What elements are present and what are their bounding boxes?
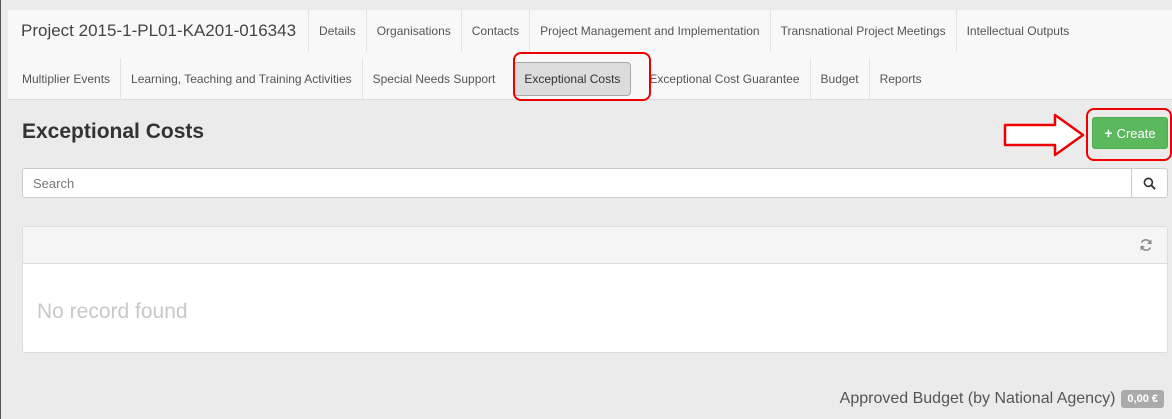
tab-budget[interactable]: Budget [811, 58, 870, 100]
nav-row-2: Multiplier Events Learning, Teaching and… [8, 58, 932, 100]
arrow-right-icon [1003, 113, 1085, 157]
tab-learning-activities[interactable]: Learning, Teaching and Training Activiti… [121, 58, 363, 100]
project-title[interactable]: Project 2015-1-PL01-KA201-016343 [8, 10, 310, 52]
tab-project-management[interactable]: Project Management and Implementation [530, 10, 771, 52]
empty-state-text: No record found [37, 300, 188, 323]
approved-budget-label: Approved Budget (by National Agency) [839, 390, 1116, 407]
tab-transnational-meetings[interactable]: Transnational Project Meetings [771, 10, 957, 52]
tab-contacts[interactable]: Contacts [462, 10, 531, 52]
tab-intellectual-outputs[interactable]: Intellectual Outputs [957, 10, 1080, 52]
approved-budget: Approved Budget (by National Agency) 0,0… [840, 390, 1164, 408]
tab-reports[interactable]: Reports [870, 58, 932, 100]
search-button[interactable] [1131, 169, 1167, 197]
tab-multiplier-events[interactable]: Multiplier Events [8, 58, 122, 100]
search-bar [22, 168, 1168, 198]
refresh-icon [1140, 239, 1152, 251]
tab-exceptional-cost-guarantee[interactable]: Exceptional Cost Guarantee [639, 58, 811, 100]
highlight-create-button [1086, 108, 1172, 161]
search-input[interactable] [23, 169, 1131, 197]
page-title: Exceptional Costs [22, 120, 205, 143]
tab-organisations[interactable]: Organisations [367, 10, 462, 52]
tab-details[interactable]: Details [309, 10, 367, 52]
highlight-active-tab [513, 52, 651, 101]
refresh-button[interactable] [1139, 238, 1153, 257]
search-icon [1143, 177, 1156, 190]
panel-header [23, 227, 1167, 264]
approved-budget-value: 0,00 € [1121, 390, 1164, 408]
nav-row-1: Project 2015-1-PL01-KA201-016343 Details… [8, 10, 1079, 52]
tab-special-needs[interactable]: Special Needs Support [363, 58, 506, 100]
records-panel: No record found [22, 226, 1168, 353]
